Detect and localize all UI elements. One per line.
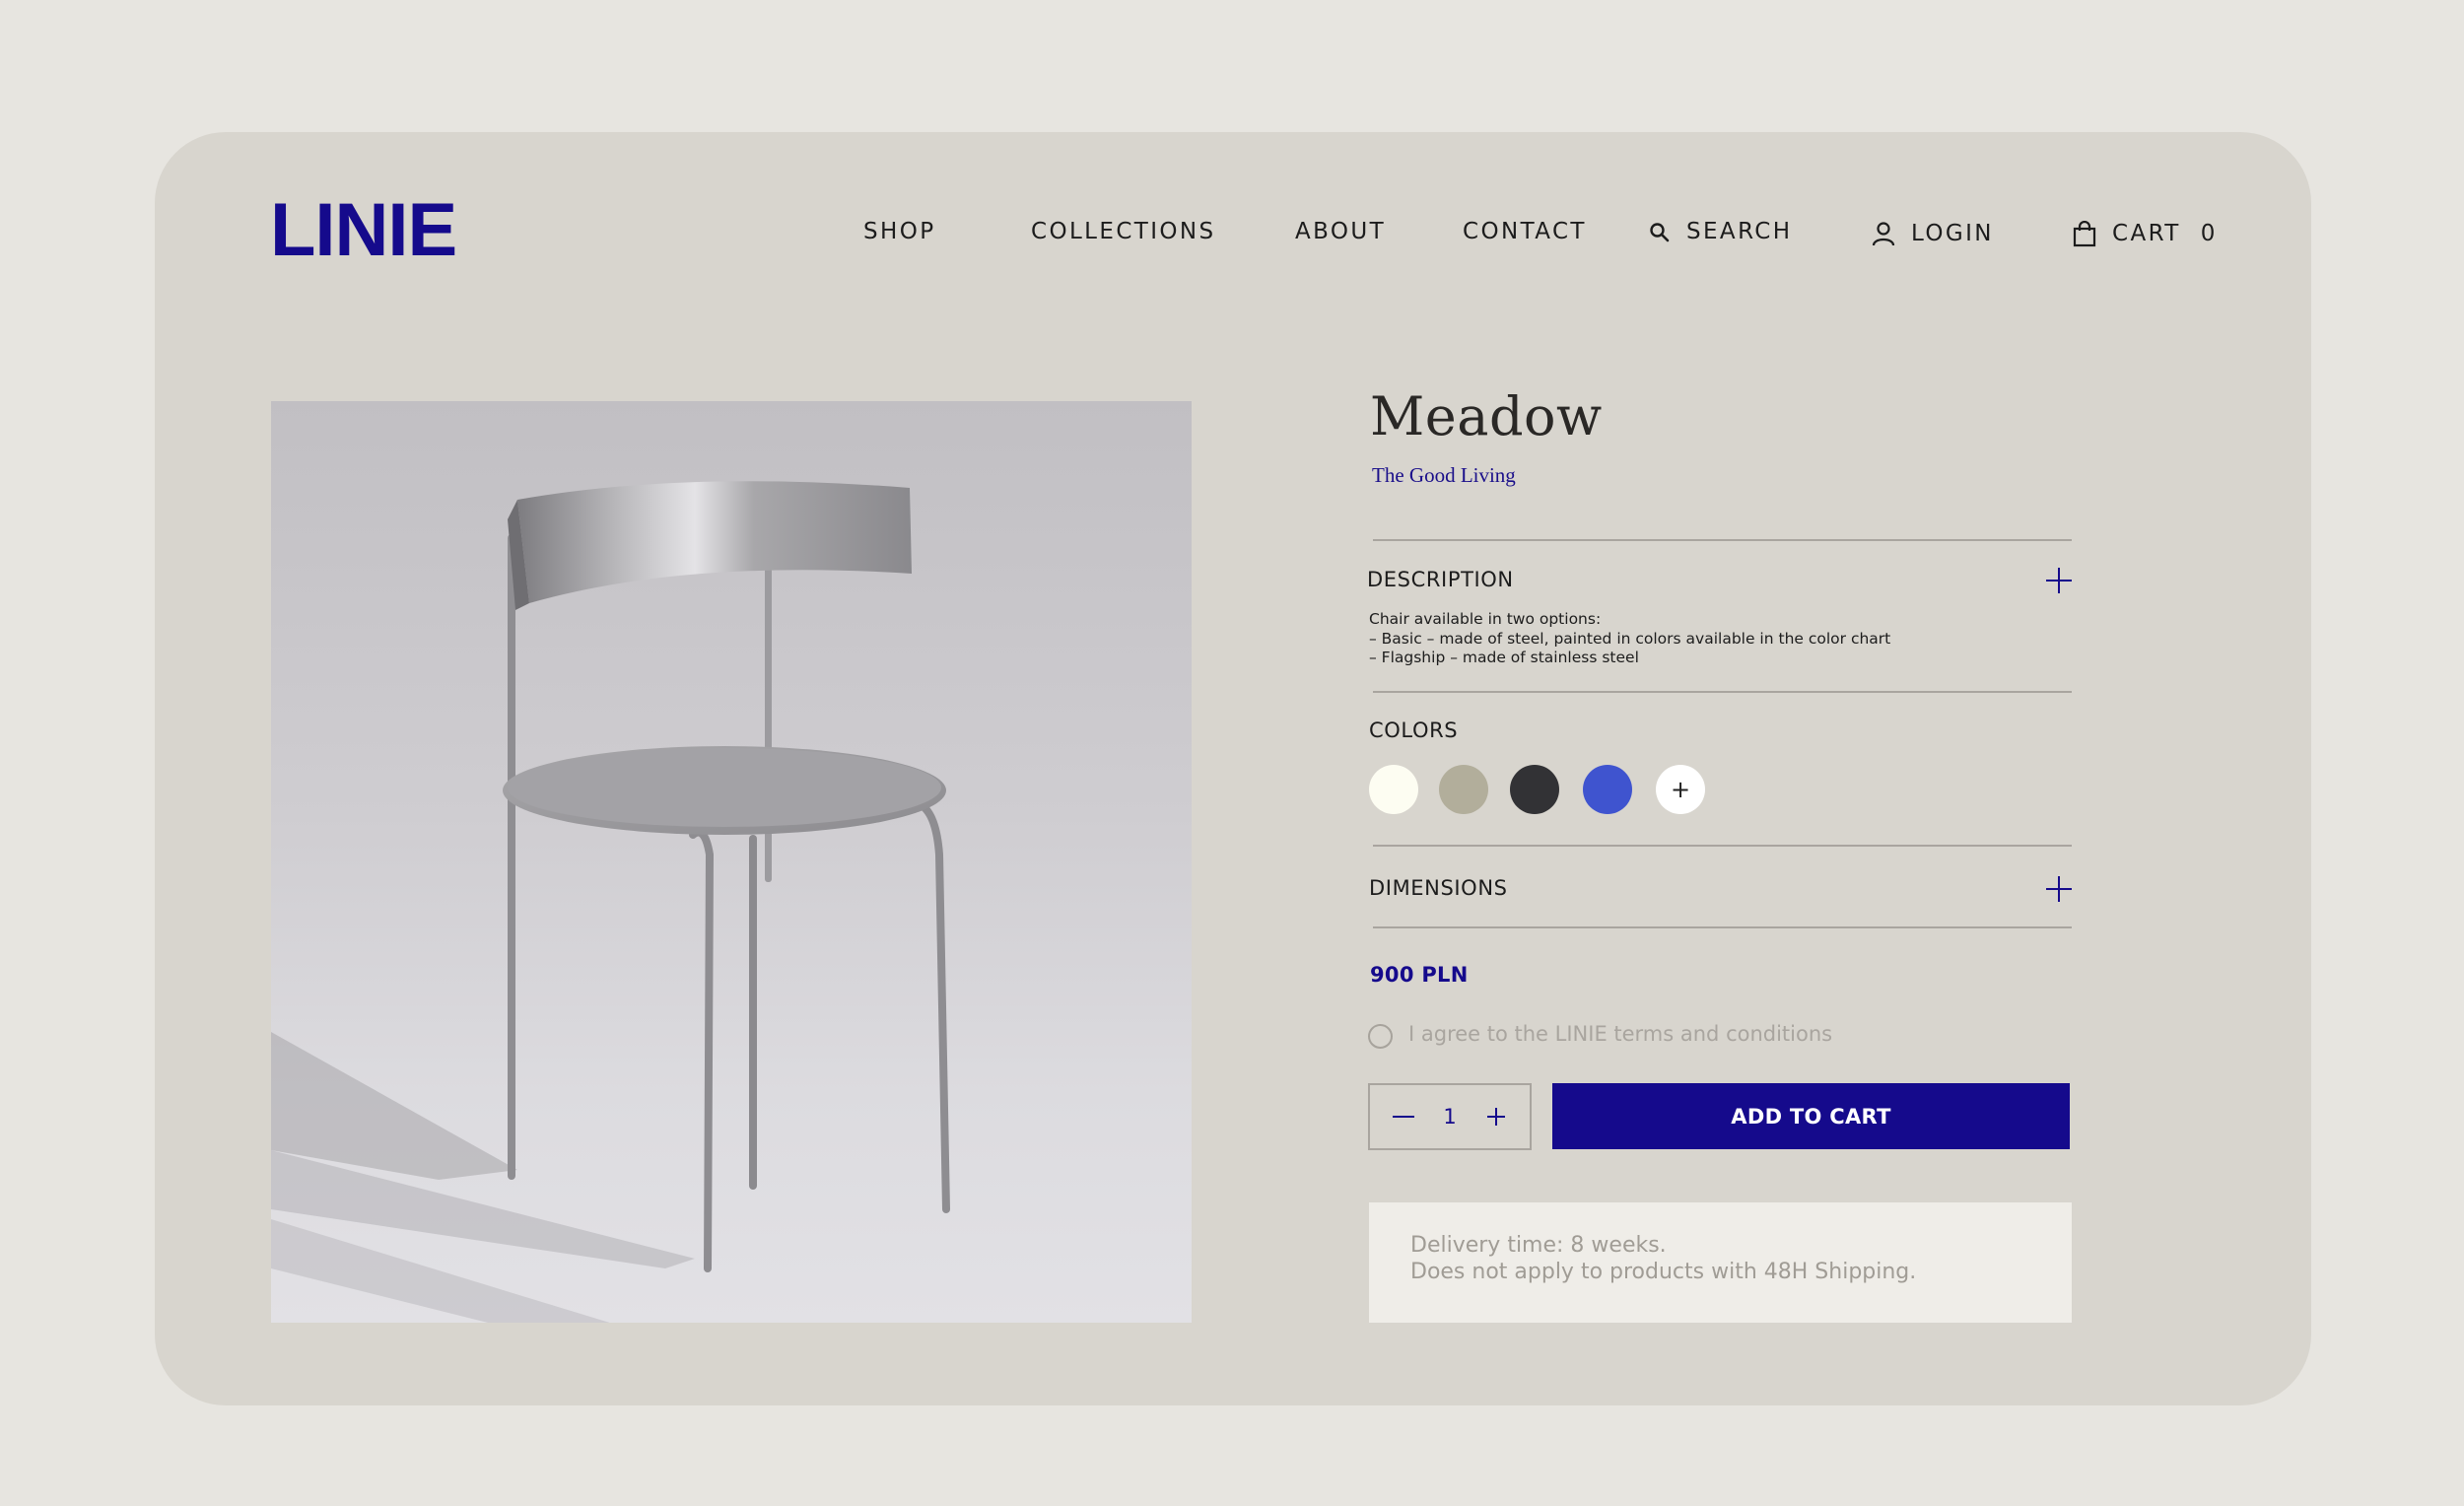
divider — [1373, 539, 2072, 541]
color-swatch-cream[interactable] — [1369, 765, 1418, 814]
nav-collections[interactable]: COLLECTIONS — [1031, 221, 1216, 243]
terms-label[interactable]: I agree to the LINIE terms and condition… — [1408, 1024, 1832, 1045]
nav-login-label: LOGIN — [1911, 220, 1994, 246]
terms-radio[interactable] — [1368, 1024, 1393, 1049]
dimensions-toggle-plus-icon[interactable] — [2046, 876, 2072, 902]
product-collection-link[interactable]: The Good Living — [1372, 463, 1516, 488]
chair-photo-icon — [271, 481, 950, 1323]
color-swatch-sage[interactable] — [1439, 765, 1488, 814]
color-swatch-blue[interactable] — [1583, 765, 1632, 814]
nav-about-label: ABOUT — [1295, 219, 1387, 244]
nav-search[interactable]: SEARCH — [1649, 221, 1792, 243]
plus-icon: + — [1670, 776, 1691, 803]
user-icon — [1872, 222, 1895, 246]
description-line: – Basic – made of steel, painted in colo… — [1369, 629, 1891, 648]
nav-cart-label: CART — [2112, 221, 2181, 246]
cart-count: 0 — [2200, 221, 2218, 246]
delivery-note: Does not apply to products with 48H Ship… — [1410, 1260, 1917, 1284]
product-photo — [271, 401, 1192, 1323]
nav-about[interactable]: ABOUT — [1295, 221, 1386, 243]
nav-contact-label: CONTACT — [1463, 219, 1587, 244]
product-price: 900 PLN — [1370, 963, 1469, 987]
quantity-decrease-minus-icon[interactable] — [1390, 1103, 1417, 1130]
description-text: Chair available in two options: – Basic … — [1369, 610, 1890, 668]
colors-label: COLORS — [1369, 719, 1459, 742]
brand-logo[interactable]: LINIE — [270, 193, 457, 268]
description-line: – Flagship – made of stainless steel — [1369, 649, 1639, 666]
description-line: Chair available in two options: — [1369, 610, 1602, 628]
quantity-increase-plus-icon[interactable] — [1482, 1103, 1510, 1130]
nav-shop[interactable]: SHOP — [863, 221, 935, 243]
more-colors-button[interactable]: + — [1656, 765, 1705, 814]
quantity-stepper — [1368, 1083, 1532, 1150]
shopping-bag-icon — [2073, 221, 2096, 247]
delivery-info: Delivery time: 8 weeks. Does not apply t… — [1369, 1202, 2072, 1323]
description-toggle-plus-icon[interactable] — [2046, 568, 2072, 593]
nav-contact[interactable]: CONTACT — [1463, 221, 1587, 243]
dimensions-label: DIMENSIONS — [1369, 876, 1508, 900]
divider — [1373, 691, 2072, 693]
description-label: DESCRIPTION — [1367, 568, 1514, 591]
delivery-time: Delivery time: 8 weeks. — [1410, 1233, 1667, 1258]
quantity-input[interactable] — [1430, 1105, 1470, 1129]
divider — [1373, 926, 2072, 928]
nav-shop-label: SHOP — [863, 219, 936, 244]
nav-login[interactable]: LOGIN — [1872, 221, 1994, 246]
divider — [1373, 845, 2072, 847]
nav-collections-label: COLLECTIONS — [1031, 219, 1216, 244]
color-swatch-charcoal[interactable] — [1510, 765, 1559, 814]
nav-cart[interactable]: CART 0 — [2073, 221, 2218, 247]
nav-search-label: SEARCH — [1686, 219, 1793, 244]
add-to-cart-button[interactable]: ADD TO CART — [1552, 1083, 2070, 1149]
search-icon — [1650, 222, 1670, 241]
product-title: Meadow — [1370, 385, 1603, 447]
